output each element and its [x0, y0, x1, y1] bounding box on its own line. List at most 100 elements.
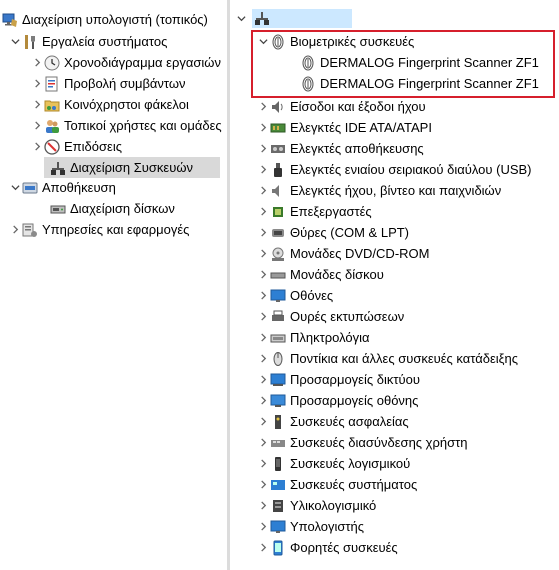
tree-item-dvd[interactable]: Μονάδες DVD/CD-ROM — [256, 243, 429, 264]
chevron-right-icon[interactable] — [256, 453, 270, 474]
chevron-down-icon[interactable] — [8, 31, 22, 52]
pane-splitter[interactable] — [227, 0, 230, 570]
tree-item-monitor[interactable]: Οθόνες — [256, 285, 333, 306]
tree-item-label: Υπολογιστής — [290, 519, 365, 534]
hid-icon — [270, 435, 286, 451]
chevron-right-icon[interactable] — [256, 474, 270, 495]
chevron-right-icon[interactable] — [30, 52, 44, 73]
tree-item-keyboard[interactable]: Πληκτρολόγια — [256, 327, 370, 348]
tree-item-event-viewer[interactable]: Προβολή συμβάντων — [30, 73, 186, 94]
tree-item-computer[interactable]: Υπολογιστής — [256, 516, 364, 537]
tree-item-label: Μονάδες DVD/CD-ROM — [290, 246, 430, 261]
chevron-right-icon[interactable] — [256, 201, 270, 222]
tree-item-device-manager[interactable]: Διαχείριση Συσκευών — [44, 157, 220, 178]
tree-item-print-queue[interactable]: Ουρές εκτυπώσεων — [256, 306, 404, 327]
tree-item-mouse[interactable]: Ποντίκια και άλλες συσκευές κατάδειξης — [256, 348, 518, 369]
tree-item-port[interactable]: Θύρες (COM & LPT) — [256, 222, 409, 243]
tree-item-label: Οθόνες — [290, 288, 334, 303]
tree-item-security-device[interactable]: Συσκευές ασφαλείας — [256, 411, 409, 432]
chevron-right-icon[interactable] — [256, 117, 270, 138]
chevron-right-icon[interactable] — [256, 243, 270, 264]
system-device-icon — [270, 477, 286, 493]
chevron-right-icon[interactable] — [256, 327, 270, 348]
chevron-right-icon[interactable] — [256, 516, 270, 537]
tree-item-label: Τοπικοί χρήστες και ομάδες — [64, 118, 222, 133]
sound-icon — [270, 183, 286, 199]
tree-item-system-tools[interactable]: Εργαλεία συστήματος — [8, 31, 167, 52]
tree-item-disk-management[interactable]: Διαχείριση δίσκων — [44, 198, 175, 219]
chevron-down-icon[interactable] — [8, 177, 22, 198]
tree-item-firmware[interactable]: Υλικολογισμικό — [256, 495, 376, 516]
tree-item-display-adapter[interactable]: Προσαρμογείς οθόνης — [256, 390, 418, 411]
chevron-right-icon[interactable] — [30, 136, 44, 157]
firmware-icon — [270, 498, 286, 514]
tree-item-audio-io[interactable]: Είσοδοι και έξοδοι ήχου — [256, 96, 426, 117]
mouse-icon — [270, 351, 286, 367]
chevron-right-icon[interactable] — [256, 306, 270, 327]
chevron-right-icon[interactable] — [256, 411, 270, 432]
tree-item-usb[interactable]: Ελεγκτές ενιαίου σειριακού διαύλου (USB) — [256, 159, 532, 180]
chevron-right-icon[interactable] — [256, 537, 270, 558]
chevron-right-icon[interactable] — [30, 115, 44, 136]
tree-item-shared-folders[interactable]: Κοινόχρηστοι φάκελοι — [30, 94, 189, 115]
tree-item-label: Προβολή συμβάντων — [64, 76, 186, 91]
chevron-right-icon[interactable] — [30, 73, 44, 94]
chevron-right-icon[interactable] — [256, 432, 270, 453]
tree-item-software-device[interactable]: Συσκευές λογισμικού — [256, 453, 410, 474]
security-device-icon — [270, 414, 286, 430]
tree-item-network-adapter[interactable]: Προσαρμογείς δικτύου — [256, 369, 420, 390]
tree-item-services-applications[interactable]: Υπηρεσίες και εφαρμογές — [8, 219, 189, 240]
chevron-right-icon[interactable] — [256, 285, 270, 306]
tree-item-label: Ουρές εκτυπώσεων — [290, 309, 405, 324]
chevron-right-icon[interactable] — [256, 96, 270, 117]
keyboard-icon — [270, 330, 286, 346]
tree-item-disk-drive[interactable]: Μονάδες δίσκου — [256, 264, 384, 285]
tree-item-hid[interactable]: Συσκευές διασύνδεσης χρήστη — [256, 432, 468, 453]
users-icon — [44, 118, 60, 134]
tree-item-computer-management[interactable]: Διαχείριση υπολογιστή (τοπικός) — [2, 9, 208, 30]
tree-item-portable-device[interactable]: Φορητές συσκευές — [256, 537, 398, 558]
software-device-icon — [270, 456, 286, 472]
chevron-right-icon[interactable] — [256, 159, 270, 180]
tree-item-label: Συσκευές λογισμικού — [290, 456, 411, 471]
computer-root-selection[interactable] — [252, 9, 352, 28]
tree-item-local-users-groups[interactable]: Τοπικοί χρήστες και ομάδες — [30, 115, 222, 136]
chevron-right-icon[interactable] — [256, 495, 270, 516]
tree-item-computer-root[interactable] — [234, 8, 352, 29]
tree-item-processor[interactable]: Επεξεργαστές — [256, 201, 372, 222]
tree-item-task-scheduler[interactable]: Χρονοδιάγραμμα εργασιών — [30, 52, 221, 73]
usb-icon — [270, 162, 286, 178]
ide-controller-icon — [270, 120, 286, 136]
chevron-right-icon[interactable] — [256, 180, 270, 201]
chevron-right-icon[interactable] — [256, 369, 270, 390]
dvd-icon — [270, 246, 286, 262]
chevron-down-icon[interactable] — [234, 8, 248, 29]
chevron-right-icon[interactable] — [256, 264, 270, 285]
clock-icon — [44, 55, 60, 71]
tree-item-storage-controller[interactable]: Ελεγκτές αποθήκευσης — [256, 138, 424, 159]
device-manager-icon — [50, 160, 66, 176]
chevron-right-icon[interactable] — [256, 390, 270, 411]
network-adapter-icon — [270, 372, 286, 388]
tree-item-sound[interactable]: Ελεγκτές ήχου, βίντεο και παιχνιδιών — [256, 180, 501, 201]
chevron-right-icon[interactable] — [30, 94, 44, 115]
tree-item-ide-controller[interactable]: Ελεγκτές IDE ATA/ATAPI — [256, 117, 432, 138]
tree-item-performance[interactable]: Επιδόσεις — [30, 136, 122, 157]
chevron-right-icon[interactable] — [8, 219, 22, 240]
computer-tree-icon — [254, 10, 270, 26]
tree-item-label: Ελεγκτές ήχου, βίντεο και παιχνιδιών — [290, 183, 502, 198]
computer-icon — [270, 519, 286, 535]
portable-device-icon — [270, 540, 286, 556]
tree-item-label: Συσκευές ασφαλείας — [290, 414, 409, 429]
chevron-right-icon[interactable] — [256, 222, 270, 243]
tree-item-system-device[interactable]: Συσκευές συστήματος — [256, 474, 417, 495]
tree-item-storage[interactable]: Αποθήκευση — [8, 177, 116, 198]
chevron-right-icon[interactable] — [256, 138, 270, 159]
storage-icon — [22, 180, 38, 196]
chevron-right-icon[interactable] — [256, 348, 270, 369]
event-viewer-icon — [44, 76, 60, 92]
console-tree-pane: Διαχείριση υπολογιστή (τοπικός) Εργαλεία… — [0, 0, 224, 570]
tree-item-label: Ελεγκτές αποθήκευσης — [290, 141, 424, 156]
tree-item-label: Πληκτρολόγια — [290, 330, 370, 345]
tree-item-label: Φορητές συσκευές — [290, 540, 398, 555]
